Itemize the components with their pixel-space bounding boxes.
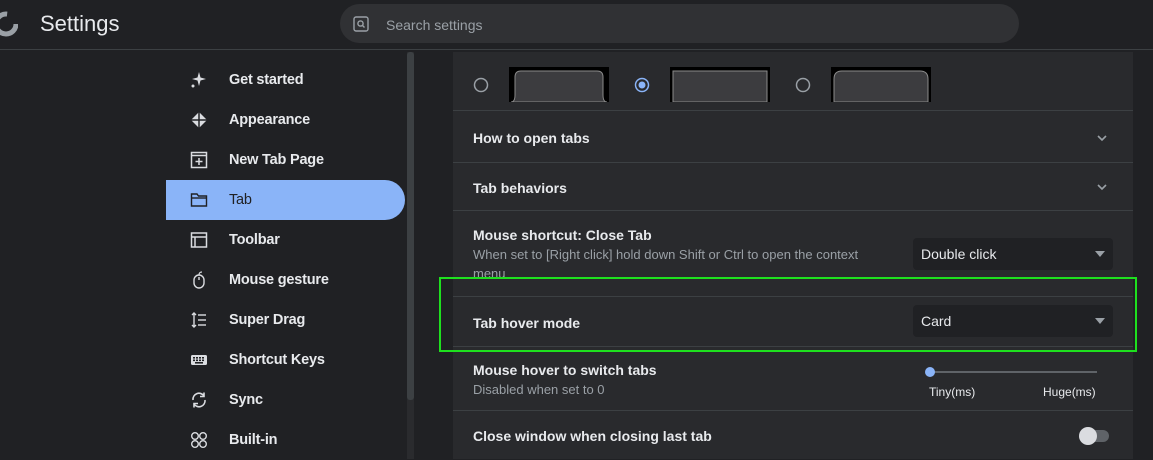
sparkle-icon: [189, 70, 209, 90]
slider-max-label: Huge(ms): [1043, 385, 1096, 399]
tab-style-radio-2[interactable]: [634, 77, 650, 93]
close-window-toggle-knob[interactable]: [1079, 427, 1097, 445]
toolbar-icon: [189, 230, 209, 250]
tab-hover-mode-title: Tab hover mode: [473, 315, 581, 331]
tab-style-radio-3[interactable]: [795, 77, 811, 93]
folder-tab-icon: [189, 190, 209, 210]
sidebar-item-label: Mouse gesture: [229, 272, 329, 288]
sidebar-item-new-tab-page[interactable]: New Tab Page: [166, 140, 405, 180]
mouse-hover-switch-description: Disabled when set to 0: [473, 382, 605, 397]
how-to-open-tabs-row[interactable]: How to open tabs: [453, 111, 1133, 163]
tab-behaviors-label: Tab behaviors: [473, 180, 567, 196]
mouse-icon: [189, 270, 209, 290]
search-bar[interactable]: [340, 4, 1019, 45]
keyboard-icon: [189, 350, 209, 370]
mouse-hover-switch-row: Mouse hover to switch tabs Disabled when…: [453, 347, 1133, 411]
sidebar-item-label: Super Drag: [229, 312, 306, 328]
tab-hover-mode-value: Card: [921, 313, 952, 329]
search-icon: [353, 16, 369, 32]
sidebar-item-shortcut-keys[interactable]: Shortcut Keys: [166, 340, 405, 380]
new-tab-page-icon: [189, 150, 209, 170]
mouse-hover-switch-title: Mouse hover to switch tabs: [473, 362, 657, 378]
sidebar-item-label: Appearance: [229, 112, 311, 128]
sidebar-item-built-in[interactable]: Built-in: [166, 420, 405, 460]
sidebar-item-super-drag[interactable]: Super Drag: [166, 300, 405, 340]
tab-hover-mode-select[interactable]: Card: [913, 305, 1113, 337]
hover-delay-slider-knob[interactable]: [925, 367, 935, 377]
search-input[interactable]: [384, 4, 988, 45]
super-drag-icon: [189, 310, 209, 330]
tab-style-preview-1[interactable]: [509, 67, 609, 103]
how-to-open-tabs-label: How to open tabs: [473, 130, 590, 146]
sidebar-item-label: New Tab Page: [229, 152, 324, 168]
slider-min-label: Tiny(ms): [929, 385, 976, 399]
sidebar-item-label: Sync: [229, 392, 263, 408]
close-window-row: Close window when closing last tab: [453, 411, 1133, 459]
tab-hover-mode-row: Tab hover mode Card: [453, 297, 1133, 347]
grid-icon: [189, 430, 209, 450]
tab-style-preview-2[interactable]: [670, 67, 770, 103]
mouse-shortcut-description: When set to [Right click] hold down Shif…: [473, 247, 859, 281]
sidebar-item-label: Built-in: [229, 432, 278, 448]
sidebar-item-sync[interactable]: Sync: [166, 380, 405, 420]
sidebar-item-mouse-gesture[interactable]: Mouse gesture: [166, 260, 405, 300]
sidebar-item-get-started[interactable]: Get started: [166, 60, 405, 100]
dropdown-arrow-icon: [1095, 318, 1105, 324]
header: Settings: [0, 0, 1153, 50]
hover-delay-slider-track[interactable]: [929, 371, 1097, 373]
mouse-shortcut-row: Mouse shortcut: Close Tab When set to [R…: [453, 211, 1133, 297]
tab-behaviors-row[interactable]: Tab behaviors: [453, 163, 1133, 211]
chevron-down-icon[interactable]: [1095, 131, 1109, 145]
sidebar-item-appearance[interactable]: Appearance: [166, 100, 405, 140]
sidebar-item-toolbar[interactable]: Toolbar: [166, 220, 405, 260]
settings-panel: How to open tabs Tab behaviors Mouse sho…: [453, 52, 1133, 459]
sidebar-item-label: Shortcut Keys: [229, 352, 325, 368]
close-window-title: Close window when closing last tab: [473, 428, 712, 444]
sidebar: Get started Appearance New Tab Page Tab …: [0, 51, 405, 459]
sidebar-item-label: Toolbar: [229, 232, 280, 248]
appearance-icon: [189, 110, 209, 130]
mouse-shortcut-title: Mouse shortcut: Close Tab: [473, 227, 652, 243]
page-title: Settings: [40, 11, 120, 36]
tab-style-row: [453, 52, 1133, 111]
sidebar-scrollbar[interactable]: [407, 52, 414, 459]
sidebar-item-tab[interactable]: Tab: [166, 180, 405, 220]
tab-style-preview-3[interactable]: [831, 67, 931, 103]
dropdown-arrow-icon: [1095, 251, 1105, 257]
chevron-down-icon[interactable]: [1095, 180, 1109, 194]
browser-logo-icon: [0, 11, 18, 37]
mouse-shortcut-select[interactable]: Double click: [913, 238, 1113, 270]
sidebar-item-label: Get started: [229, 72, 304, 88]
sync-icon: [189, 390, 209, 410]
mouse-shortcut-value: Double click: [921, 246, 997, 262]
sidebar-scrollbar-thumb[interactable]: [407, 52, 414, 400]
tab-style-radio-1[interactable]: [473, 77, 489, 93]
sidebar-item-label: Tab: [229, 192, 252, 208]
